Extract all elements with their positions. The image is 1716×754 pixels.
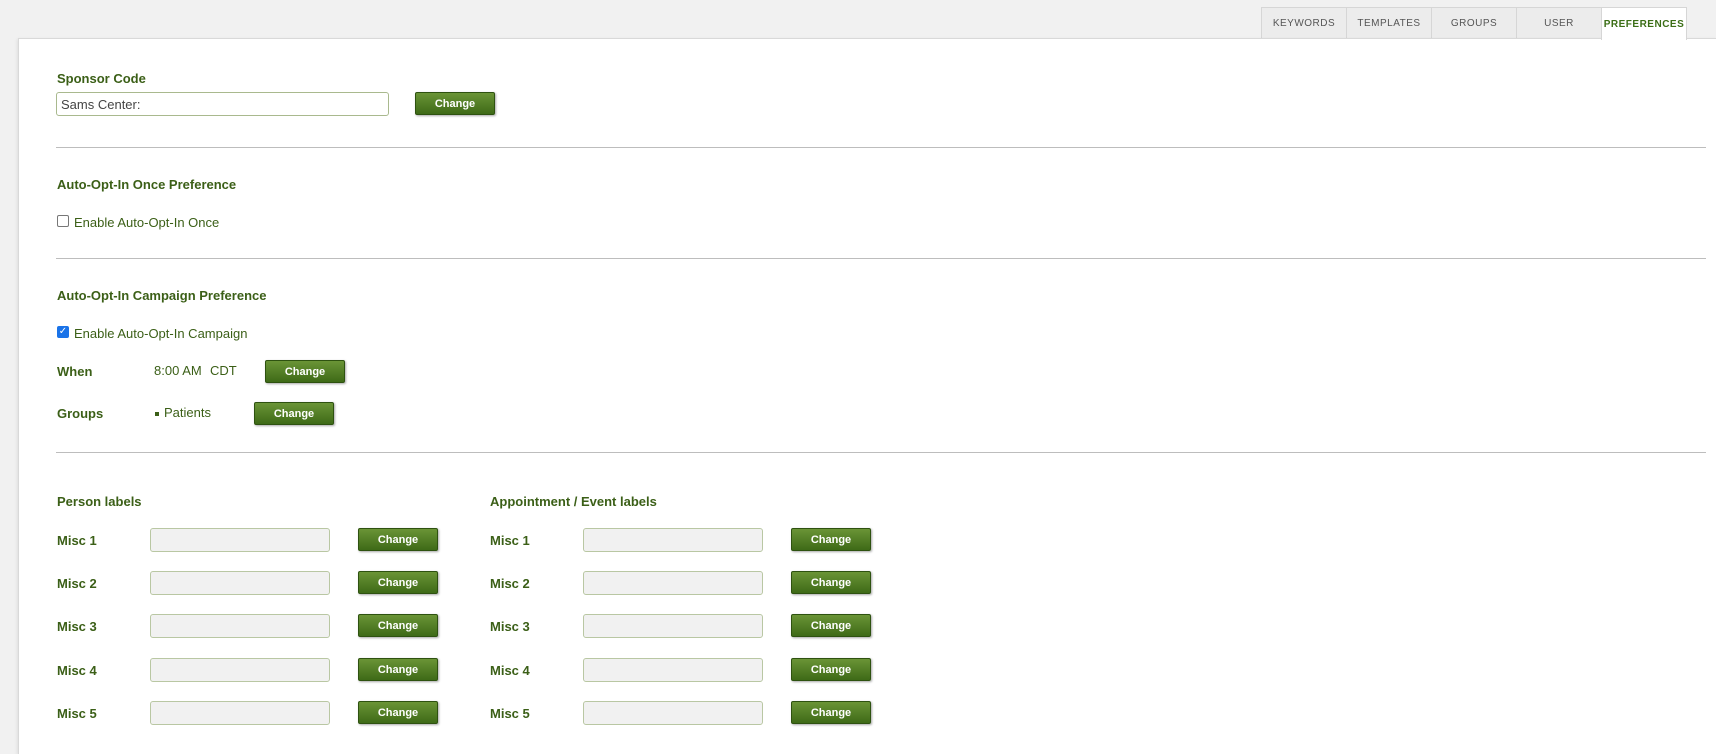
person-labels-title: Person labels (57, 494, 142, 509)
divider (56, 147, 1706, 148)
auto-opt-in-campaign-title: Auto-Opt-In Campaign Preference (57, 288, 267, 303)
tab-user[interactable]: USER (1516, 7, 1602, 39)
person-misc-4-label: Misc 4 (57, 663, 97, 678)
when-change-button[interactable]: Change (265, 360, 345, 383)
person-misc-2-input[interactable] (150, 571, 330, 595)
event-misc-2-change-button[interactable]: Change (791, 571, 871, 594)
bullet-icon (155, 412, 159, 416)
person-misc-3-input[interactable] (150, 614, 330, 638)
event-misc-4-input[interactable] (583, 658, 763, 682)
event-misc-3-input[interactable] (583, 614, 763, 638)
event-misc-5-input[interactable] (583, 701, 763, 725)
divider (56, 452, 1706, 453)
auto-opt-in-once-checkbox[interactable] (57, 215, 69, 227)
person-misc-3-change-button[interactable]: Change (358, 614, 438, 637)
person-misc-3-label: Misc 3 (57, 619, 97, 634)
event-misc-1-input[interactable] (583, 528, 763, 552)
groups-label: Groups (57, 406, 104, 421)
person-misc-1-change-button[interactable]: Change (358, 528, 438, 551)
auto-opt-in-once-label: Enable Auto-Opt-In Once (74, 215, 220, 230)
sponsor-change-button[interactable]: Change (415, 92, 495, 115)
groups-change-button[interactable]: Change (254, 402, 334, 425)
tab-templates[interactable]: TEMPLATES (1346, 7, 1432, 39)
person-misc-5-input[interactable] (150, 701, 330, 725)
event-misc-3-change-button[interactable]: Change (791, 614, 871, 637)
divider (56, 258, 1706, 259)
event-misc-1-label: Misc 1 (490, 533, 530, 548)
event-misc-2-input[interactable] (583, 571, 763, 595)
tab-groups[interactable]: GROUPS (1431, 7, 1517, 39)
tab-preferences[interactable]: PREFERENCES (1601, 7, 1687, 40)
person-misc-1-label: Misc 1 (57, 533, 97, 548)
tab-bar: KEYWORDS TEMPLATES GROUPS USER PREFERENC… (1261, 7, 1687, 40)
person-misc-2-change-button[interactable]: Change (358, 571, 438, 594)
person-misc-4-change-button[interactable]: Change (358, 658, 438, 681)
event-misc-3-label: Misc 3 (490, 619, 530, 634)
auto-opt-in-once-title: Auto-Opt-In Once Preference (57, 177, 237, 192)
event-misc-5-label: Misc 5 (490, 706, 530, 721)
person-misc-4-input[interactable] (150, 658, 330, 682)
when-timezone: CDT (210, 363, 237, 378)
person-misc-1-input[interactable] (150, 528, 330, 552)
sponsor-code-title: Sponsor Code (57, 71, 146, 86)
event-misc-4-change-button[interactable]: Change (791, 658, 871, 681)
event-misc-5-change-button[interactable]: Change (791, 701, 871, 724)
group-item: Patients (164, 405, 211, 420)
preferences-panel: Sponsor Code Change Auto-Opt-In Once Pre… (18, 38, 1716, 754)
event-misc-4-label: Misc 4 (490, 663, 530, 678)
when-label: When (57, 364, 93, 379)
person-misc-2-label: Misc 2 (57, 576, 97, 591)
event-misc-1-change-button[interactable]: Change (791, 528, 871, 551)
when-time: 8:00 AM (154, 363, 202, 378)
sponsor-code-input[interactable] (56, 92, 389, 116)
event-misc-2-label: Misc 2 (490, 576, 530, 591)
tab-keywords[interactable]: KEYWORDS (1261, 7, 1347, 39)
auto-opt-in-campaign-checkbox[interactable]: ✓ (57, 326, 69, 338)
auto-opt-in-campaign-label: Enable Auto-Opt-In Campaign (74, 326, 248, 341)
person-misc-5-label: Misc 5 (57, 706, 97, 721)
checkmark-icon: ✓ (58, 326, 68, 337)
event-labels-title: Appointment / Event labels (490, 494, 657, 509)
person-misc-5-change-button[interactable]: Change (358, 701, 438, 724)
